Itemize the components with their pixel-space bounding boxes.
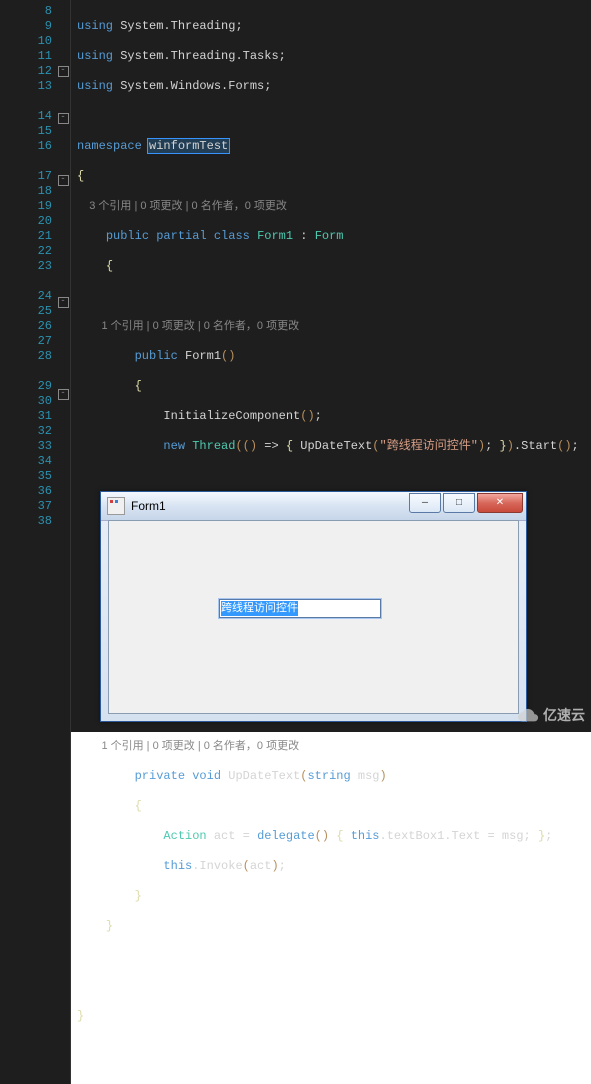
method-name: UpDateText — [228, 769, 300, 783]
titlebar[interactable]: Form1 — □ ✕ — [101, 492, 526, 521]
line-number: 9 — [0, 19, 52, 34]
line-number: 36 — [0, 484, 52, 499]
line-number: 20 — [0, 214, 52, 229]
textbox1-value: 跨线程访问控件 — [221, 601, 298, 616]
line-number: 31 — [0, 409, 52, 424]
fold-toggle[interactable]: - — [58, 175, 69, 186]
line-number-gutter: 8 9 10 11 12 13 14 15 16 17 18 19 20 21 … — [0, 0, 56, 1084]
ns-ref: System.Threading — [120, 19, 235, 33]
line-number: 10 — [0, 34, 52, 49]
line-number: 15 — [0, 124, 52, 139]
line-number: 19 — [0, 199, 52, 214]
codelens[interactable]: 3 个引用 | 0 项更改 | 0 名作者，0 项更改 — [89, 200, 287, 212]
line-number: 37 — [0, 499, 52, 514]
line-number: 22 — [0, 244, 52, 259]
namespace-name: winformTest — [147, 138, 230, 154]
line-number: 24 — [0, 289, 52, 304]
running-form-window[interactable]: Form1 — □ ✕ 跨线程访问控件 — [100, 491, 527, 722]
kw-using: using — [77, 19, 113, 33]
line-number: 29 — [0, 379, 52, 394]
kw-namespace: namespace — [77, 139, 142, 153]
line-number: 26 — [0, 319, 52, 334]
string-literal: "跨线程访问控件" — [380, 439, 478, 453]
line-number: 33 — [0, 439, 52, 454]
fold-gutter: - - - - - — [56, 0, 71, 1084]
fold-toggle[interactable]: - — [58, 113, 69, 124]
line-number: 35 — [0, 469, 52, 484]
line-number: 25 — [0, 304, 52, 319]
line-number: 23 — [0, 259, 52, 274]
fold-toggle[interactable]: - — [58, 389, 69, 400]
window-title: Form1 — [131, 499, 166, 513]
line-number: 13 — [0, 79, 52, 94]
line-number: 18 — [0, 184, 52, 199]
line-number: 32 — [0, 424, 52, 439]
watermark: 亿速云 — [517, 704, 585, 726]
method-call: InitializeComponent — [163, 409, 300, 423]
maximize-button[interactable]: □ — [443, 493, 475, 513]
app-icon — [107, 497, 125, 515]
code-editor: 8 9 10 11 12 13 14 15 16 17 18 19 20 21 … — [0, 0, 591, 732]
line-number: 30 — [0, 394, 52, 409]
line-number: 14 — [0, 109, 52, 124]
line-number: 38 — [0, 514, 52, 529]
codelens[interactable]: 1 个引用 | 0 项更改 | 0 名作者，0 项更改 — [101, 320, 299, 332]
line-number: 17 — [0, 169, 52, 184]
line-number: 12 — [0, 64, 52, 79]
codelens[interactable]: 1 个引用 | 0 项更改 | 0 名作者，0 项更改 — [101, 740, 299, 752]
textbox1[interactable]: 跨线程访问控件 — [219, 599, 381, 618]
line-number: 27 — [0, 334, 52, 349]
line-number: 11 — [0, 49, 52, 64]
fold-toggle[interactable]: - — [58, 297, 69, 308]
ctor-name: Form1 — [185, 349, 221, 363]
class-name: Form1 — [257, 229, 293, 243]
line-number: 16 — [0, 139, 52, 154]
fold-toggle[interactable]: - — [58, 66, 69, 77]
line-number: 21 — [0, 229, 52, 244]
cloud-icon — [517, 704, 539, 726]
form-client-area: 跨线程访问控件 — [108, 520, 519, 714]
line-number: 34 — [0, 454, 52, 469]
minimize-button[interactable]: — — [409, 493, 441, 513]
close-button[interactable]: ✕ — [477, 493, 523, 513]
line-number: 28 — [0, 349, 52, 364]
line-number: 8 — [0, 4, 52, 19]
